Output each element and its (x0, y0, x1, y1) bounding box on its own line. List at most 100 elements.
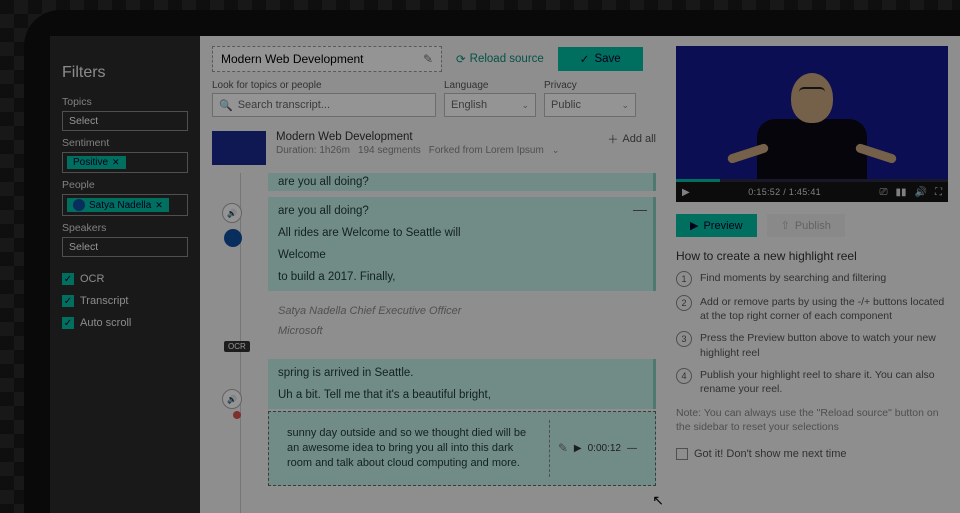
howto-step: 2 Add or remove parts by using the -/+ bu… (676, 295, 948, 323)
ocr-segment: Satya Nadella Chief Executive Officer Mi… (268, 297, 656, 353)
ocr-checkbox[interactable]: ✓OCR (62, 273, 188, 285)
edit-icon[interactable]: ✎ (558, 441, 568, 455)
transcript-label: Transcript (80, 295, 129, 307)
people-chip-nadella[interactable]: Satya Nadella ✕ (67, 198, 169, 212)
add-all-label: Add all (622, 133, 656, 145)
topics-label: Topics (62, 96, 188, 108)
privacy-label: Privacy (544, 80, 636, 91)
audio-node-icon: 🔊 (222, 389, 242, 409)
segment-text: Uh a bit. Tell me that it's a beautiful … (278, 389, 643, 401)
segment-text: All rides are Welcome to Seattle will (278, 227, 643, 239)
ocr-text: Satya Nadella Chief Executive Officer (278, 305, 646, 317)
preview-button[interactable]: ▶ Preview (676, 214, 757, 237)
chip-label: Positive (73, 157, 108, 168)
filters-title: Filters (62, 64, 188, 82)
filters-sidebar: Filters Topics Select Sentiment Positive… (50, 36, 200, 513)
autoscroll-checkbox[interactable]: ✓ Auto scroll (62, 317, 188, 329)
search-label: Look for topics or people (212, 80, 436, 91)
source-segments: 194 segments (358, 145, 421, 156)
main-panel: Modern Web Development ✎ ⟳ Reload source… (200, 36, 668, 513)
save-label: Save (594, 53, 620, 65)
remove-segment-button[interactable]: — (633, 201, 647, 217)
howto-step: 1Find moments by searching and filtering (676, 271, 948, 287)
cursor-icon: ↖ (652, 492, 664, 509)
transcript-segment[interactable]: — are you all doing? All rides are Welco… (268, 197, 656, 291)
howto-step: 4Publish your highlight reel to share it… (676, 368, 948, 396)
ocr-text: Microsoft (278, 325, 646, 337)
segment-timestamp: 0:00:12 (588, 443, 621, 454)
chevron-down-icon: ⌄ (621, 100, 629, 111)
source-duration: Duration: 1h26m (276, 145, 350, 156)
sentiment-label: Sentiment (62, 137, 188, 149)
segment-text: spring is arrived in Seattle. (278, 367, 643, 379)
language-value: English (451, 99, 487, 111)
transcript-segment[interactable]: spring is arrived in Seattle. Uh a bit. … (268, 359, 656, 409)
cast-icon[interactable]: ⎚ (880, 187, 888, 198)
search-icon: 🔍 (219, 99, 233, 112)
audio-node-icon: 🔊 (222, 203, 242, 223)
speakers-select[interactable]: Select (62, 237, 188, 257)
chevron-down-icon: ⌄ (521, 100, 529, 111)
reload-source-button[interactable]: ⟳ Reload source (456, 52, 544, 66)
ocr-badge: OCR (224, 341, 250, 352)
transcript-checkbox[interactable]: ✓ Transcript (62, 295, 188, 307)
fullscreen-icon[interactable]: ⛶ (935, 187, 942, 198)
check-icon: ✓ (62, 295, 74, 307)
step-text: Press the Preview button above to watch … (700, 331, 948, 359)
add-all-button[interactable]: ＋ Add all (607, 131, 656, 147)
transcript-segment[interactable]: are you all doing? (268, 173, 656, 191)
step-number: 4 (676, 368, 692, 384)
segment-text: are you all doing? (278, 205, 643, 217)
video-time: 0:15:52 / 1:45:41 (748, 187, 821, 197)
upload-icon: ⇧ (781, 219, 790, 232)
remove-segment-button[interactable]: — (627, 443, 637, 454)
chevron-down-icon[interactable]: ⌄ (552, 145, 560, 156)
step-number: 1 (676, 271, 692, 287)
reload-label: Reload source (470, 53, 544, 65)
presenter-figure (757, 73, 867, 189)
play-icon: ▶ (690, 219, 698, 232)
step-number: 2 (676, 295, 692, 311)
publish-button: ⇧ Publish (767, 214, 845, 237)
video-controls: ▶ 0:15:52 / 1:45:41 ⎚ ▮▮ 🔊 ⛶ (676, 182, 948, 202)
remove-chip-icon[interactable]: ✕ (155, 200, 163, 211)
gotit-label: Got it! Don't show me next time (694, 448, 847, 460)
howto-steps: 1Find moments by searching and filtering… (676, 271, 948, 396)
segment-text: are you all doing? (278, 176, 369, 188)
privacy-value: Public (551, 99, 581, 111)
topics-select[interactable]: Select (62, 111, 188, 131)
source-forked: Forked from Lorem Ipsum (429, 145, 544, 156)
volume-icon[interactable]: 🔊 (915, 187, 927, 198)
howto-note: Note: You can always use the "Reload sou… (676, 406, 948, 434)
right-panel: ▶ 0:15:52 / 1:45:41 ⎚ ▮▮ 🔊 ⛶ ▶ Preview ⇧… (668, 36, 960, 513)
publish-label: Publish (795, 220, 831, 232)
save-button[interactable]: ✓ Save (558, 47, 643, 71)
active-transcript-segment[interactable]: sunny day outside and so we thought died… (268, 411, 656, 486)
edit-icon[interactable]: ✎ (423, 52, 433, 66)
language-select[interactable]: English ⌄ (444, 93, 536, 117)
refresh-icon: ⟳ (456, 52, 466, 66)
check-icon: ✓ (62, 317, 74, 329)
search-input[interactable]: 🔍 Search transcript... (212, 93, 436, 117)
reel-title-input[interactable]: Modern Web Development ✎ (212, 46, 442, 72)
gotit-checkbox[interactable]: Got it! Don't show me next time (676, 448, 948, 460)
speakers-label: Speakers (62, 222, 188, 234)
marker-dot-icon (233, 411, 241, 419)
reel-title-text: Modern Web Development (221, 52, 364, 66)
play-icon[interactable]: ▶ (574, 443, 582, 454)
quality-icon[interactable]: ▮▮ (896, 187, 907, 198)
remove-chip-icon[interactable]: ✕ (112, 157, 120, 168)
ocr-label: OCR (80, 273, 104, 285)
video-player[interactable]: ▶ 0:15:52 / 1:45:41 ⎚ ▮▮ 🔊 ⛶ (676, 46, 948, 202)
step-text: Add or remove parts by using the -/+ but… (700, 295, 948, 323)
check-icon: ✓ (580, 52, 590, 66)
play-icon[interactable]: ▶ (682, 187, 690, 198)
step-number: 3 (676, 331, 692, 347)
sentiment-chip-positive[interactable]: Positive ✕ (67, 156, 126, 169)
speaker-avatar (224, 229, 242, 247)
privacy-select[interactable]: Public ⌄ (544, 93, 636, 117)
chip-label: Satya Nadella (89, 200, 151, 211)
autoscroll-label: Auto scroll (80, 317, 131, 329)
sentiment-select[interactable]: Positive ✕ (62, 152, 188, 173)
people-select[interactable]: Satya Nadella ✕ (62, 194, 188, 216)
